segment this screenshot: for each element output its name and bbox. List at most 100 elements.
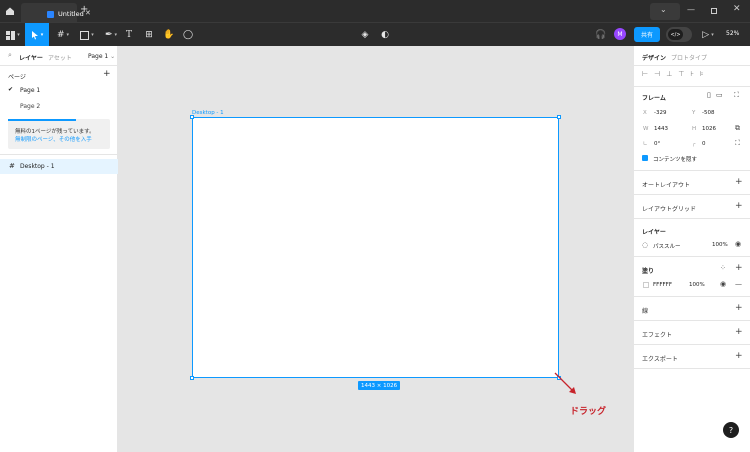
resources-tool-button[interactable]: ⊞ bbox=[142, 23, 156, 47]
figma-file-icon bbox=[47, 11, 54, 18]
upgrade-link[interactable]: 無制限のページ、その他を入手 bbox=[15, 135, 92, 143]
resize-handle-top-left[interactable] bbox=[190, 115, 194, 119]
frame-name-label[interactable]: Desktop - 1 bbox=[192, 110, 224, 116]
add-layout-grid-icon[interactable]: + bbox=[735, 201, 743, 211]
file-tab[interactable]: Untitled ✕ bbox=[21, 3, 91, 22]
hand-icon: ✋ bbox=[163, 30, 175, 40]
layer-item-desktop[interactable]: # Desktop - 1 bbox=[0, 159, 118, 174]
help-button[interactable]: ? bbox=[723, 422, 739, 438]
add-auto-layout-icon[interactable]: + bbox=[735, 177, 743, 187]
tab-design[interactable]: デザイン bbox=[642, 53, 666, 62]
fill-hex-field[interactable]: FFFFFF bbox=[653, 282, 672, 288]
x-field[interactable]: -329 bbox=[654, 110, 666, 116]
move-tool-button[interactable]: ▾ bbox=[25, 23, 49, 47]
add-page-icon[interactable]: + bbox=[103, 69, 111, 79]
tab-assets[interactable]: アセット bbox=[48, 53, 72, 62]
divider bbox=[634, 344, 750, 345]
radius-icon: ╭ bbox=[692, 141, 696, 147]
rotation-field[interactable]: 0° bbox=[654, 141, 660, 147]
resize-handle-bottom-left[interactable] bbox=[190, 376, 194, 380]
frame-tool-button[interactable]: # ▾ bbox=[52, 23, 74, 47]
desktop-frame[interactable] bbox=[192, 117, 559, 378]
zoom-level[interactable]: 52% bbox=[726, 30, 739, 37]
link-icon[interactable]: ⧉ bbox=[735, 124, 740, 133]
figma-menu-icon bbox=[6, 30, 16, 40]
stroke-header: 線 bbox=[642, 308, 649, 315]
drag-arrow-icon bbox=[554, 372, 576, 394]
divider bbox=[634, 194, 750, 195]
fill-opacity-field[interactable]: 100% bbox=[689, 282, 705, 288]
w-field[interactable]: 1443 bbox=[654, 126, 668, 132]
component-icon: ◈ bbox=[361, 30, 369, 40]
corner-icon[interactable]: ⛶ bbox=[735, 139, 740, 148]
remove-fill-icon[interactable]: — bbox=[735, 280, 742, 288]
page-item-1[interactable]: Page 1 bbox=[20, 87, 40, 94]
drag-instruction-label: ドラッグ bbox=[570, 407, 607, 417]
resize-handle-top-right[interactable] bbox=[557, 115, 561, 119]
component-button[interactable]: ◈ bbox=[358, 23, 372, 47]
eye-icon[interactable]: ◉ bbox=[735, 240, 741, 248]
add-export-icon[interactable]: + bbox=[735, 351, 743, 361]
add-effect-icon[interactable]: + bbox=[735, 327, 743, 337]
landscape-icon[interactable]: ▭ bbox=[716, 91, 723, 99]
layer-opacity-field[interactable]: 100% bbox=[712, 242, 728, 248]
main-menu-button[interactable]: ▾ bbox=[2, 23, 24, 47]
fill-color-swatch[interactable] bbox=[643, 282, 649, 288]
divider bbox=[634, 170, 750, 171]
minimize-icon[interactable]: — bbox=[687, 5, 695, 14]
pen-tool-button[interactable]: ✒ ▾ bbox=[100, 23, 122, 47]
audio-button[interactable]: 🎧 bbox=[594, 23, 608, 47]
w-label: W bbox=[643, 126, 649, 132]
window-close-icon[interactable]: ✕ bbox=[733, 4, 741, 14]
notice-progress-bar bbox=[8, 119, 76, 121]
headphones-icon: 🎧 bbox=[595, 30, 607, 40]
add-tab-icon[interactable]: + bbox=[80, 4, 88, 15]
frame-dimensions-badge: 1443 × 1026 bbox=[358, 381, 401, 390]
clip-content-label: コンテンツを隠す bbox=[653, 157, 698, 163]
page-selector[interactable]: Page 1 ⌄ bbox=[88, 53, 115, 60]
alignment-icons[interactable]: ⊢⊣⊥⊤⊦⊧ bbox=[642, 70, 710, 78]
portrait-icon[interactable]: ▯ bbox=[707, 91, 711, 99]
dev-mode-toggle[interactable]: </> bbox=[666, 27, 692, 42]
y-field[interactable]: -508 bbox=[702, 110, 714, 116]
styles-icon[interactable]: ⁘ bbox=[720, 264, 726, 272]
chevron-down-icon: ⌄ bbox=[660, 5, 667, 14]
comment-tool-button[interactable]: ◯ bbox=[181, 23, 195, 47]
add-fill-icon[interactable]: + bbox=[735, 263, 743, 273]
tab-prototype[interactable]: プロトタイプ bbox=[671, 53, 707, 62]
window-menu-button[interactable]: ⌄ bbox=[650, 3, 680, 20]
avatar[interactable]: M bbox=[614, 28, 626, 40]
eye-icon[interactable]: ◉ bbox=[720, 280, 726, 288]
resize-to-fit-icon[interactable]: ⛶ bbox=[734, 91, 739, 100]
contrast-icon: ◐ bbox=[381, 30, 389, 40]
page-item-2[interactable]: Page 2 bbox=[20, 103, 40, 110]
search-icon[interactable]: ⌕ bbox=[8, 51, 12, 60]
y-label: Y bbox=[692, 110, 696, 116]
resources-icon: ⊞ bbox=[145, 30, 153, 40]
h-label: H bbox=[692, 126, 697, 132]
rotation-icon: ∟ bbox=[643, 141, 648, 147]
radius-field[interactable]: 0 bbox=[702, 141, 706, 147]
page-limit-notice: 無料の1ページが残っています。 無制限のページ、その他を入手 bbox=[8, 119, 110, 149]
frame-icon: # bbox=[9, 162, 15, 170]
play-icon: ▷ bbox=[702, 30, 710, 40]
shape-tool-button[interactable]: ▾ bbox=[76, 23, 98, 47]
tab-layers[interactable]: レイヤー bbox=[19, 53, 43, 62]
cursor-icon bbox=[31, 30, 38, 39]
maximize-icon[interactable] bbox=[711, 8, 717, 14]
share-button[interactable]: 共有 bbox=[634, 27, 660, 42]
x-label: X bbox=[643, 110, 647, 116]
divider bbox=[634, 320, 750, 321]
contrast-button[interactable]: ◐ bbox=[378, 23, 392, 47]
present-button[interactable]: ▷ ▾ bbox=[700, 23, 716, 47]
layout-grid-header: レイアウトグリッド bbox=[642, 206, 697, 213]
add-stroke-icon[interactable]: + bbox=[735, 303, 743, 313]
home-icon[interactable] bbox=[4, 5, 16, 17]
toolbar: ▾ ▾ # ▾ ▾ ✒ ▾ T ⊞ ✋ ◯ ◈ ◐ 🎧 M 共有 </> ▷ ▾ 52… bbox=[0, 22, 750, 47]
effects-header: エフェクト bbox=[642, 332, 673, 339]
h-field[interactable]: 1026 bbox=[702, 126, 716, 132]
blend-mode-select[interactable]: パススルー bbox=[653, 242, 681, 250]
text-tool-button[interactable]: T bbox=[122, 23, 136, 47]
hand-tool-button[interactable]: ✋ bbox=[162, 23, 176, 47]
clip-content-checkbox[interactable] bbox=[642, 155, 648, 161]
